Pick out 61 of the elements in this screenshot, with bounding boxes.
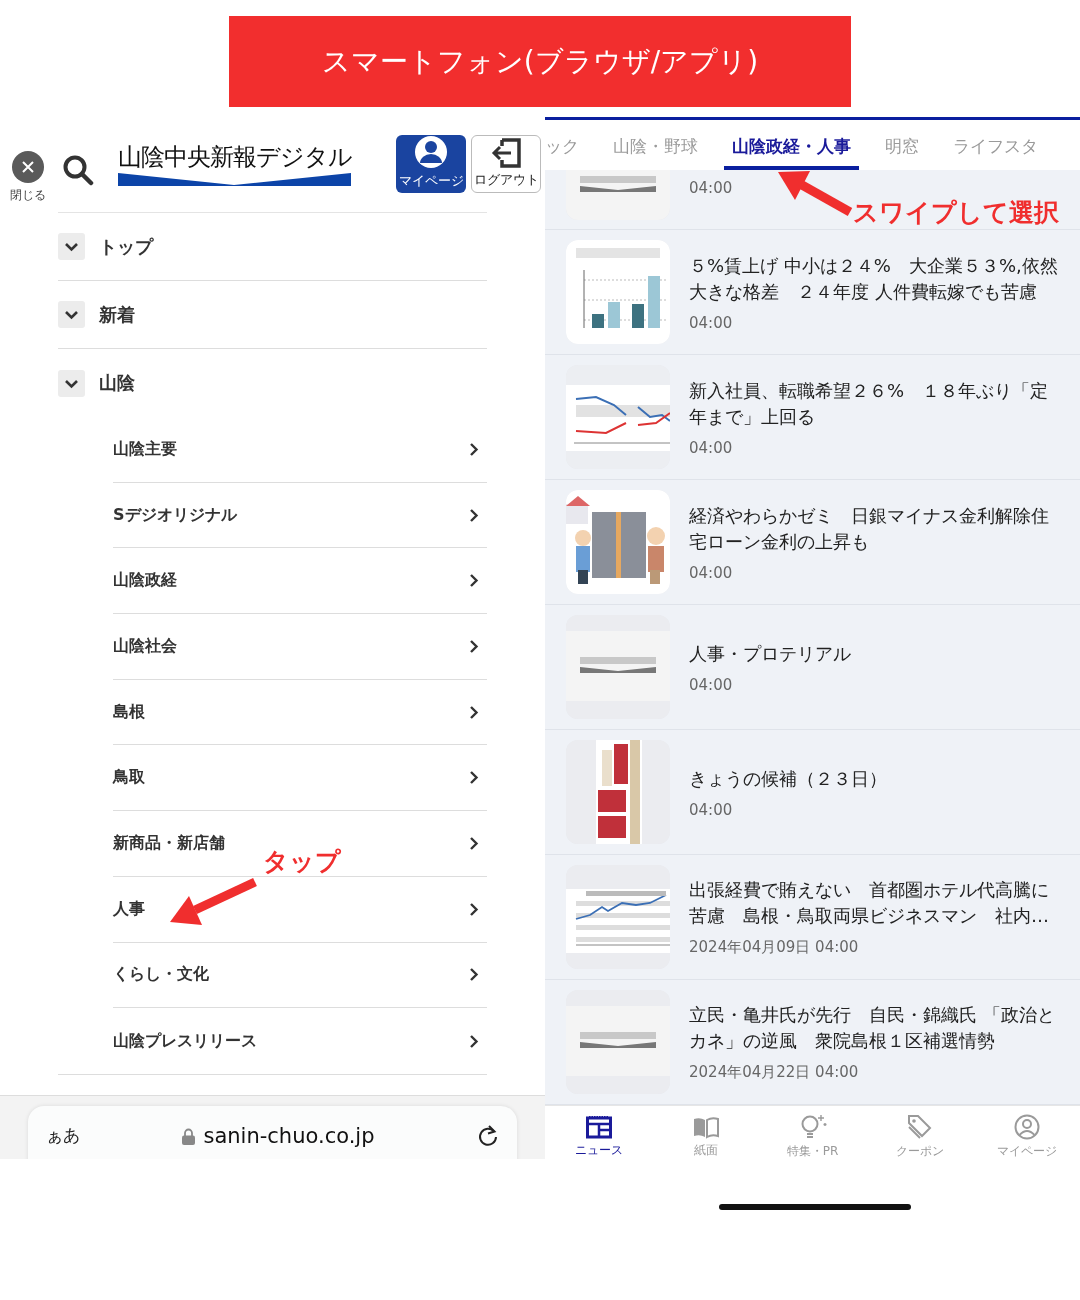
article-time: 04:00 (689, 179, 734, 197)
chevron-right-icon (469, 835, 479, 851)
article-title[interactable]: 経済やわらかゼミ 日銀マイナス金利解除住宅ローン金利の上昇も (689, 502, 1059, 555)
chevron-right-icon (469, 704, 479, 720)
reload-icon[interactable] (477, 1124, 499, 1148)
tag-icon (906, 1114, 933, 1140)
chevron-right-icon (469, 507, 479, 523)
profile-icon (1013, 1114, 1040, 1140)
chevron-right-icon (469, 901, 479, 917)
article-title[interactable]: 立民・亀井氏が先行 自民・錦織氏 「政治とカネ」の逆風 衆院島根１区補選情勢 (689, 1002, 1059, 1054)
submenu-item[interactable]: 鳥取 (113, 745, 487, 812)
menu-item[interactable]: 新着 (58, 281, 487, 349)
article-time: 2024年04月22日 04:00 (689, 1063, 860, 1082)
book-icon (691, 1115, 720, 1139)
logout-icon (489, 136, 523, 169)
article-time: 04:00 (689, 563, 734, 582)
submenu-item[interactable]: 山陰主要 (113, 417, 487, 483)
chevron-right-icon (469, 638, 479, 654)
menu-item[interactable]: 山陰 (58, 349, 487, 417)
logo-swoosh-icon (118, 173, 351, 186)
chevron-down-icon (58, 369, 85, 397)
chevron-right-icon (469, 573, 479, 589)
submenu-item[interactable]: 山陰プレスリリース (113, 1008, 487, 1074)
submenu-item[interactable]: 島根 (113, 679, 487, 746)
chevron-down-icon (58, 233, 85, 260)
submenu-item[interactable]: くらし・文化 (113, 942, 487, 1009)
article-title[interactable]: 人事・プロテリアル (689, 640, 1059, 667)
close-button[interactable]: 閉じる (8, 151, 48, 204)
submenu-item[interactable]: 山陰政経 (113, 548, 487, 615)
submenu-item[interactable]: Sデジオリジナル (113, 482, 487, 549)
annotation-text: スワイプして選択 (853, 197, 1059, 229)
article-title[interactable]: きょうの候補（２３日） (689, 765, 1059, 792)
article-time: 04:00 (689, 675, 734, 694)
article-time: 04:00 (689, 313, 734, 332)
logout-button[interactable]: ログアウト (471, 134, 541, 193)
submenu-item[interactable]: 山陰社会 (113, 614, 487, 680)
article-time: 04:00 (689, 438, 734, 457)
url-text: sanin-chuo.co.jp (203, 1124, 375, 1148)
menu-item[interactable]: トップ (58, 213, 487, 281)
article-title[interactable]: ５%賃上げ 中小は２４% 大企業５３%,依然大きな格差 ２４年度 人件費転嫁でも苦慮 (689, 252, 1059, 305)
article-time: 04:00 (689, 800, 734, 819)
chevron-right-icon (469, 1033, 479, 1049)
article-title[interactable]: 新入社員、転職希望２６% １８年ぶり「定年まで」上回る (689, 377, 1059, 430)
chevron-right-icon (469, 441, 479, 457)
chevron-right-icon (469, 770, 479, 786)
article-time: 2024年04月09日 04:00 (689, 938, 860, 957)
site-logo[interactable]: 山陰中央新報デジタル (118, 141, 354, 173)
mypage-button[interactable]: マイページ (396, 134, 466, 193)
annotation-text: タップ (263, 848, 341, 875)
article-title[interactable]: 出張経費で賄えない 首都圏ホテル代高騰に苦慮 島根・鳥取両県ビジネスマン 社内… (689, 877, 1059, 929)
newspaper-icon (585, 1115, 612, 1139)
nav-tab[interactable]: ニュース (545, 1106, 652, 1168)
search-icon[interactable] (62, 153, 94, 186)
close-icon (12, 151, 44, 183)
chevron-right-icon (469, 967, 479, 983)
user-icon (414, 134, 448, 169)
lock-icon (182, 1127, 196, 1145)
text-size-button[interactable]: ぁあ (46, 1124, 80, 1147)
banner-title: スマートフォン(ブラウザ/アプリ) (229, 16, 851, 107)
chevron-down-icon (58, 301, 85, 328)
address-bar[interactable]: ぁあ sanin-chuo.co.jp (28, 1106, 517, 1159)
